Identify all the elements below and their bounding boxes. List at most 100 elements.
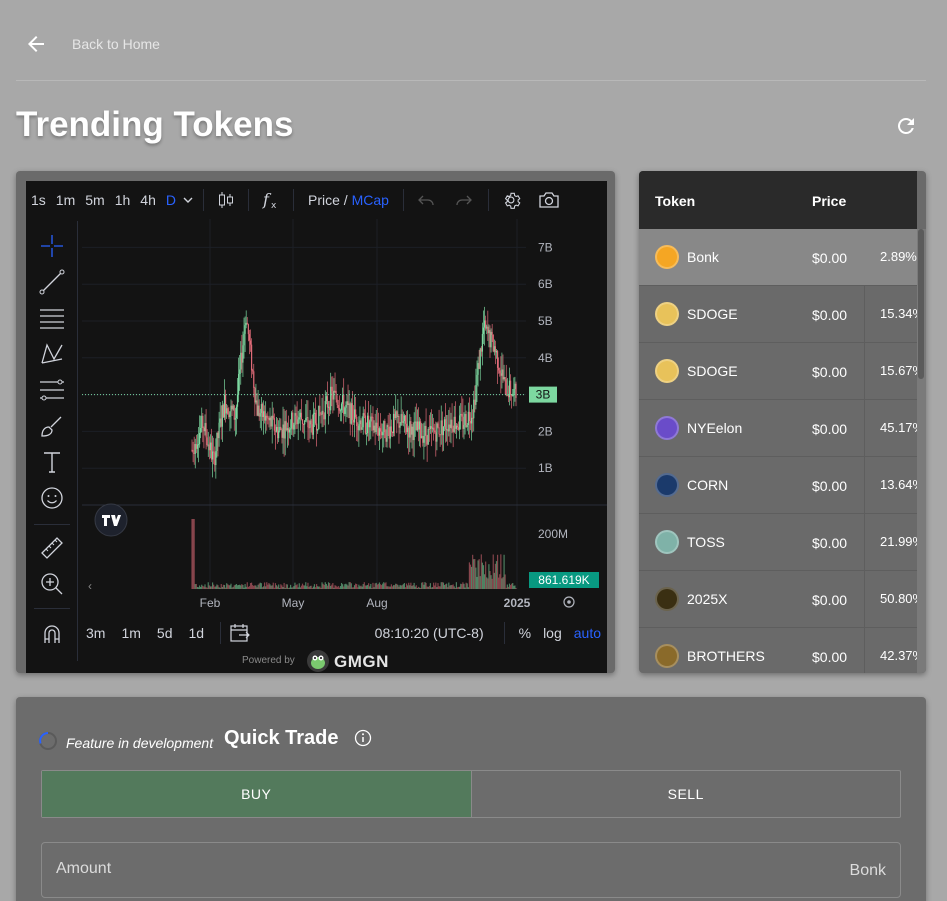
price-mcap-toggle[interactable]: Price / MCap <box>302 192 395 208</box>
row-divider <box>864 286 865 343</box>
candle-body <box>397 415 399 417</box>
percent-scale-toggle[interactable]: % <box>513 625 537 641</box>
price-chart-canvas[interactable]: 7B6B5B4B3B2B1B FebMayAug2025 3B 200M 861… <box>26 219 607 615</box>
range-1m[interactable]: 1m <box>113 625 148 641</box>
volume-bar <box>481 562 484 589</box>
volume-bar <box>210 586 213 589</box>
undo-icon[interactable] <box>412 186 440 214</box>
volume-bar <box>301 583 304 589</box>
candle-body <box>492 334 494 352</box>
volume-bar <box>383 582 385 589</box>
candle-type-icon[interactable] <box>212 186 240 214</box>
back-to-home-link[interactable]: Back to Home <box>72 36 160 52</box>
range-5d[interactable]: 5d <box>149 625 181 641</box>
candle-body <box>279 426 281 431</box>
candle-body <box>449 424 451 428</box>
volume-bar <box>420 587 422 589</box>
volume-bar <box>329 583 331 589</box>
indicators-icon[interactable]: fx <box>257 186 285 214</box>
timeframe-1h[interactable]: 1h <box>110 192 136 208</box>
volume-bar <box>456 587 459 589</box>
candle-body <box>300 412 303 420</box>
timeframe-1m[interactable]: 1m <box>51 192 80 208</box>
candle-body <box>204 423 206 432</box>
camera-icon[interactable] <box>535 186 563 214</box>
volume-bar <box>469 564 472 589</box>
candle-body <box>193 452 195 454</box>
volume-bar <box>391 586 394 589</box>
candle-body <box>490 331 492 348</box>
candle-body <box>438 427 440 435</box>
token-change: 15.67% <box>880 363 917 378</box>
timezone-label[interactable]: 08:10:20 (UTC-8) <box>375 625 496 641</box>
candle-body <box>431 427 434 429</box>
buy-tab[interactable]: BUY <box>42 771 472 817</box>
token-list-scroll-thumb[interactable] <box>918 229 924 379</box>
timeframe-5m[interactable]: 5m <box>80 192 109 208</box>
candle-body <box>444 419 447 430</box>
volume-bar <box>196 586 199 589</box>
candle-body <box>206 437 208 446</box>
candle-body <box>407 427 409 433</box>
volume-bar <box>321 582 323 589</box>
timeframe-4h[interactable]: 4h <box>135 192 161 208</box>
token-row[interactable]: 2025X $0.00 50.80% <box>639 571 917 628</box>
volume-bar <box>228 585 230 589</box>
candle-body <box>357 426 359 431</box>
token-row[interactable]: CORN $0.00 13.64% <box>639 457 917 514</box>
token-row[interactable]: BROTHERS $0.00 42.37% <box>639 628 917 673</box>
y-tick-label: 4B <box>538 351 553 365</box>
token-row[interactable]: Bonk $0.00 2.89% <box>639 229 917 286</box>
amount-input[interactable]: Amount Bonk <box>41 842 901 898</box>
candle-body <box>200 428 202 433</box>
range-1d[interactable]: 1d <box>180 625 212 641</box>
timeframe-d[interactable]: D <box>161 192 181 208</box>
volume-bar <box>378 582 381 589</box>
candle-body <box>501 369 503 376</box>
y-tick-label: 2B <box>538 424 553 438</box>
range-3m[interactable]: 3m <box>78 625 113 641</box>
refresh-icon[interactable] <box>894 114 918 138</box>
info-icon[interactable] <box>354 729 372 747</box>
volume-bar <box>322 583 324 589</box>
log-scale-toggle[interactable]: log <box>537 625 568 641</box>
redo-icon[interactable] <box>450 186 478 214</box>
volume-bar <box>224 587 227 589</box>
candle-body <box>416 421 418 431</box>
y-tick-label: 5B <box>538 314 553 328</box>
settings-gear-icon[interactable] <box>497 186 525 214</box>
candle-body <box>273 418 275 431</box>
axis-settings-gear-icon[interactable] <box>563 596 575 608</box>
volume-bar <box>368 583 370 589</box>
timeframe-1s[interactable]: 1s <box>26 192 51 208</box>
token-name: CORN <box>687 477 729 493</box>
candle-body <box>351 403 353 420</box>
candle-body <box>312 413 314 435</box>
token-row[interactable]: TOSS $0.00 21.99% <box>639 514 917 571</box>
candle-body <box>224 394 227 414</box>
chart-toolbar: 1s 1m 5m 1h 4h D fx Price / MCap <box>26 181 607 219</box>
corn-icon <box>655 473 679 497</box>
date-range-icon[interactable] <box>229 623 251 643</box>
token-row[interactable]: SDOGE $0.00 15.34% <box>639 286 917 343</box>
volume-bar <box>392 585 395 589</box>
chevron-down-icon[interactable] <box>181 193 195 207</box>
candle-body <box>191 449 193 451</box>
buy-sell-tabs: BUY SELL <box>41 770 901 818</box>
volume-bar <box>508 583 511 589</box>
magnet-icon[interactable] <box>39 621 65 647</box>
back-arrow-icon[interactable] <box>24 32 48 56</box>
candle-body <box>433 427 435 431</box>
page-title: Trending Tokens <box>16 105 294 144</box>
token-row[interactable]: NYEelon $0.00 45.17% <box>639 400 917 457</box>
candle-body <box>325 396 327 402</box>
tradingview-logo-icon[interactable] <box>94 503 128 537</box>
volume-bar <box>372 582 374 589</box>
token-row[interactable]: SDOGE $0.00 15.67% <box>639 343 917 400</box>
sell-tab[interactable]: SELL <box>472 771 901 817</box>
candle-body <box>369 421 371 428</box>
auto-scale-toggle[interactable]: auto <box>568 625 607 641</box>
candle-body <box>361 427 363 430</box>
volume-bar <box>273 587 275 589</box>
volume-bar <box>381 585 383 589</box>
